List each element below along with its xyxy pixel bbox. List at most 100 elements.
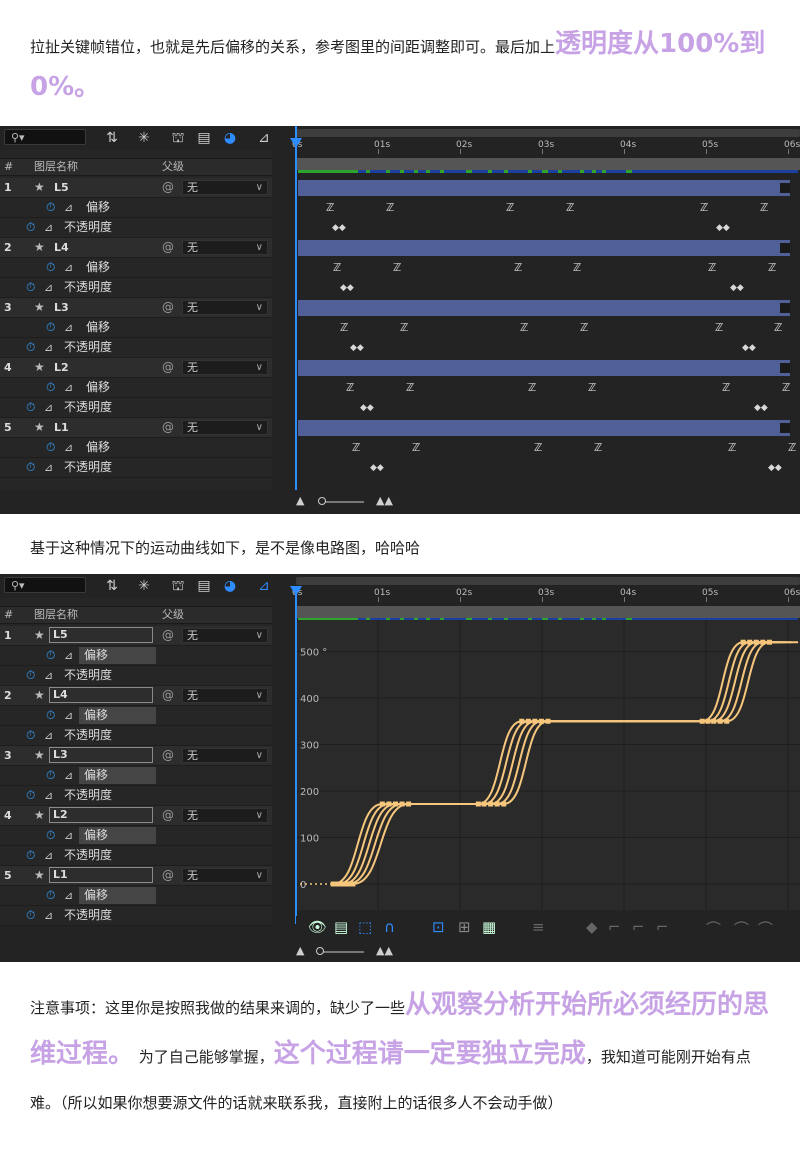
curve-keyframe-point[interactable] [501, 801, 507, 807]
prop-opacity-label[interactable]: 不透明度 [64, 666, 112, 685]
stopwatch-icon[interactable]: ⏱ [46, 646, 55, 665]
graph-icon[interactable]: ⊿ [64, 886, 73, 905]
zoom-in-icon[interactable]: ▲▲ [376, 944, 393, 957]
time-navigator-2[interactable] [296, 577, 800, 585]
keyframe-icon[interactable]: ◆◆ [716, 223, 730, 233]
stopwatch-icon[interactable]: ⏱ [46, 438, 55, 457]
zoom-slider[interactable] [320, 501, 364, 503]
prop-row-opacity[interactable]: ⏱ ⊿ 不透明度 [0, 458, 272, 478]
prop-row-opacity[interactable]: ⏱ ⊿ 不透明度 [0, 906, 272, 926]
snap-icon[interactable]: ∩ [384, 918, 395, 936]
value-graph[interactable]: 500 ° 400 300 200 100 0 [296, 620, 800, 910]
parent-pickwhip-icon[interactable]: @ [162, 866, 174, 885]
keyframe-icon[interactable]: ℤ [573, 262, 581, 273]
layer-bar[interactable] [298, 240, 790, 256]
parent-pickwhip-icon[interactable]: @ [162, 298, 174, 317]
parent-pickwhip-icon[interactable]: @ [162, 806, 174, 825]
layer-name-L2[interactable]: L2 [49, 807, 153, 823]
stopwatch-icon[interactable]: ⏱ [26, 338, 35, 357]
curve-keyframe-point[interactable] [545, 718, 551, 724]
prop-row-offset[interactable]: ⏱ ⊿ 偏移 [0, 646, 272, 666]
zoom-knob[interactable] [316, 947, 324, 955]
keyframe-icon[interactable]: ℤ [588, 382, 596, 393]
keyframe-icon[interactable]: ℤ [760, 202, 768, 213]
graph-icon[interactable]: ⊿ [44, 786, 53, 805]
graph-icon[interactable]: ⊿ [64, 646, 73, 665]
prop-row-offset[interactable]: ⏱ ⊿ 偏移 [0, 826, 272, 846]
work-area-bar-2[interactable] [296, 606, 800, 618]
parent-select[interactable]: 无 ∨ [182, 300, 268, 315]
layer-row[interactable]: 3 ★ L3 @ 无 ∨ [0, 298, 272, 318]
prop-offset-label[interactable]: 偏移 [86, 378, 110, 397]
time-ruler[interactable]: 0s 01s 02s 03s 04s 05s 06s [290, 126, 800, 174]
prop-opacity-label[interactable]: 不透明度 [64, 278, 112, 297]
graph-editor-icon[interactable]: ⊿ [256, 130, 272, 146]
stopwatch-icon[interactable]: ⏱ [26, 666, 35, 685]
keyframe-icon[interactable]: ◆◆ [332, 223, 346, 233]
draft3d-icon[interactable]: ⛫ [170, 130, 186, 146]
parent-pickwhip-icon[interactable]: @ [162, 626, 174, 645]
curve-keyframe-point[interactable] [766, 639, 772, 645]
curve-keyframe-point[interactable] [330, 881, 336, 887]
frame-blend-icon[interactable]: ▤ [196, 130, 212, 146]
zoom-out-icon[interactable]: ▲ [296, 944, 304, 957]
parent-pickwhip-icon[interactable]: @ [162, 238, 174, 257]
stopwatch-icon[interactable]: ⏱ [26, 786, 35, 805]
keyframe-icon[interactable]: ◆◆ [370, 463, 384, 473]
prop-opacity-label[interactable]: 不透明度 [64, 218, 112, 237]
stopwatch-icon[interactable]: ⏱ [46, 318, 55, 337]
keyframe-icon[interactable]: ℤ [514, 262, 522, 273]
prop-row-opacity[interactable]: ⏱ ⊿ 不透明度 [0, 338, 272, 358]
zoom-slider[interactable] [320, 951, 364, 953]
prop-row-offset[interactable]: ⏱ ⊿ 偏移 [0, 766, 272, 786]
keyframe-icon[interactable]: ◆◆ [768, 463, 782, 473]
playhead-line[interactable] [295, 594, 297, 924]
easy-ease-in-icon[interactable]: ⌐ [656, 918, 669, 936]
stopwatch-icon[interactable]: ⏱ [26, 906, 35, 925]
graph-icon[interactable]: ⊿ [44, 338, 53, 357]
zoom-knob[interactable] [318, 497, 326, 505]
prop-opacity-label[interactable]: 不透明度 [64, 726, 112, 745]
prop-opacity-label[interactable]: 不透明度 [64, 906, 112, 925]
comp-flowchart-icon[interactable]: ✳ [136, 130, 152, 146]
graph-icon[interactable]: ⊿ [44, 666, 53, 685]
parent-pickwhip-icon[interactable]: @ [162, 418, 174, 437]
keyframe-icon[interactable]: ℤ [393, 262, 401, 273]
prop-row-offset[interactable]: ⏱ ⊿ 偏移 [0, 438, 272, 458]
prop-offset-label[interactable]: 偏移 [79, 707, 156, 724]
layer-name-L1[interactable]: L1 [49, 867, 153, 883]
keyframe-icon[interactable]: ℤ [528, 382, 536, 393]
stopwatch-icon[interactable]: ⏱ [26, 846, 35, 865]
layer-bar[interactable] [298, 420, 790, 436]
layer-row[interactable]: 1 ★ L5 @ 无 ∨ [0, 178, 272, 198]
prop-row-offset[interactable]: ⏱ ⊿ 偏移 [0, 258, 272, 278]
graph-editor-icon[interactable]: ⊿ [256, 578, 272, 594]
layer-row[interactable]: 5 ★ L1 @ 无 ∨ [0, 418, 272, 438]
eye-icon[interactable]: 👁 [308, 918, 327, 936]
shy-icon[interactable]: ⇅ [104, 130, 120, 146]
stopwatch-icon[interactable]: ⏱ [46, 766, 55, 785]
keyframe-icon[interactable]: ℤ [708, 262, 716, 273]
draft3d-icon[interactable]: ⛫ [170, 578, 186, 594]
prop-offset-label[interactable]: 偏移 [86, 438, 110, 457]
fit-selection-icon[interactable]: ⊡ [432, 918, 445, 936]
prop-row-opacity[interactable]: ⏱ ⊿ 不透明度 [0, 726, 272, 746]
prop-row-opacity[interactable]: ⏱ ⊿ 不透明度 [0, 218, 272, 238]
prop-row-opacity[interactable]: ⏱ ⊿ 不透明度 [0, 666, 272, 686]
keyframe-icon[interactable]: ◆◆ [742, 343, 756, 353]
motion-blur-icon[interactable]: ◕ [222, 578, 238, 594]
stopwatch-icon[interactable]: ⏱ [26, 218, 35, 237]
layer-name-L5[interactable]: L5 [49, 627, 153, 643]
playhead-handle[interactable] [290, 138, 302, 148]
curve-keyframe-point[interactable] [345, 881, 351, 887]
edit-selected-keys-icon[interactable]: ≡ [532, 918, 545, 936]
prop-row-opacity[interactable]: ⏱ ⊿ 不透明度 [0, 846, 272, 866]
layer-bar[interactable] [298, 180, 790, 196]
keyframe-icon[interactable]: ℤ [406, 382, 414, 393]
stopwatch-icon[interactable]: ⏱ [26, 726, 35, 745]
keyframe-icon[interactable]: ℤ [412, 442, 420, 453]
keyframe-icon[interactable]: ℤ [326, 202, 334, 213]
comp-flowchart-icon[interactable]: ✳ [136, 578, 152, 594]
keyframe-icon[interactable]: ℤ [333, 262, 341, 273]
stopwatch-icon[interactable]: ⏱ [46, 886, 55, 905]
